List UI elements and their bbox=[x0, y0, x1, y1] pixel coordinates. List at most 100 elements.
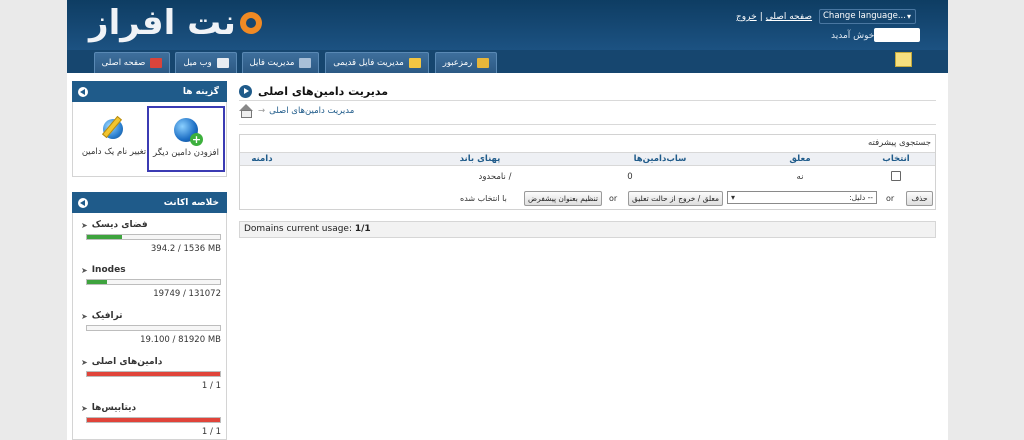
databases-usage-bar bbox=[86, 417, 221, 423]
domains-usage-bar bbox=[86, 371, 221, 377]
tab-old-file-manager[interactable]: مدیریت فایل قدیمی bbox=[325, 52, 429, 73]
table-header: انتخاب معلق ساب‌دامین‌ها پهنای باند دامن… bbox=[240, 152, 935, 166]
tab-file-manager[interactable]: مدیریت فایل bbox=[242, 52, 319, 73]
stat-title: فضای دیسک bbox=[91, 220, 148, 230]
table-row: نه 0 نامحدود / bbox=[240, 168, 935, 186]
table-actions: حذف or -- دلیل: ▾ معلق / خروج از حالت تع… bbox=[240, 189, 935, 209]
row-checkbox[interactable] bbox=[891, 171, 901, 181]
globe-add-icon: + bbox=[174, 118, 203, 146]
stat-title: Inodes bbox=[91, 265, 126, 275]
stat-value: 19749 / 131072 bbox=[153, 289, 221, 299]
delete-button[interactable]: حذف bbox=[906, 191, 933, 206]
col-domain[interactable]: دامنه bbox=[242, 153, 282, 167]
logo-text: نت افراز bbox=[89, 3, 237, 43]
bar-fill bbox=[87, 235, 122, 239]
add-domain-option[interactable]: + افزودن دامین دیگر bbox=[147, 106, 225, 172]
advanced-search-link[interactable]: جستجوی پیشرفته bbox=[240, 135, 935, 152]
domains-usage: Domains current usage: 1/1 bbox=[239, 221, 936, 238]
options-box-header: گزینه ها bbox=[72, 81, 227, 102]
key-icon bbox=[477, 58, 490, 68]
set-default-button[interactable]: تنظیم بعنوان پیشفرض bbox=[524, 191, 602, 206]
tab-label: مدیریت فایل قدیمی bbox=[333, 58, 404, 68]
tab-password[interactable]: رمزعبور bbox=[435, 52, 497, 73]
stat-title: ترافیک bbox=[91, 311, 123, 321]
chevron-down-icon: ▾ bbox=[731, 193, 736, 202]
chevron-left-icon: ➤ bbox=[81, 357, 88, 367]
chevron-down-icon: ▾ bbox=[906, 12, 911, 21]
selected-text: با انتخاب شده bbox=[460, 194, 507, 203]
main-nav: صفحه اصلی وب میل مدیریت فایل مدیریت فایل… bbox=[67, 50, 948, 73]
options-box-title: گزینه ها bbox=[182, 86, 219, 97]
tab-webmail[interactable]: وب میل bbox=[175, 52, 237, 73]
arrow-left-icon bbox=[78, 86, 88, 97]
bar-fill bbox=[87, 372, 220, 376]
chevron-left-icon: ➤ bbox=[81, 220, 88, 230]
stat-traffic: ➤ ترافیک 19.100 / 81920 MB bbox=[81, 311, 221, 345]
page: نت افراز خروج | صفحه اصلی Change languag… bbox=[67, 0, 948, 440]
stat-title: دیتابیس‌ها bbox=[91, 403, 137, 413]
tab-home[interactable]: صفحه اصلی bbox=[94, 52, 170, 73]
chevron-left-icon: ➤ bbox=[81, 403, 88, 413]
logo[interactable]: نت افراز bbox=[89, 4, 262, 42]
logout-link[interactable]: خروج bbox=[736, 12, 757, 22]
home-link[interactable]: صفحه اصلی bbox=[766, 12, 812, 22]
stat-main-domains: ➤ دامین‌های اصلی 1 / 1 bbox=[81, 357, 221, 391]
tab-label: وب میل bbox=[183, 58, 212, 68]
stat-value: 1 / 1 bbox=[201, 427, 221, 437]
envelope-icon[interactable] bbox=[895, 52, 912, 67]
col-suspended[interactable]: معلق bbox=[760, 153, 840, 167]
globe-edit-icon bbox=[101, 115, 127, 141]
bar-fill bbox=[87, 280, 107, 284]
inodes-usage-bar bbox=[86, 279, 221, 285]
folder-icon bbox=[408, 58, 421, 68]
disk-usage-bar bbox=[86, 234, 221, 240]
or-text: or bbox=[609, 194, 618, 203]
tab-label: رمزعبور bbox=[442, 58, 473, 68]
usage-label: Domains current usage: bbox=[244, 224, 352, 234]
title-divider bbox=[239, 100, 936, 101]
logo-mark-icon bbox=[239, 12, 262, 34]
row-bandwidth: نامحدود / bbox=[478, 172, 512, 182]
language-select-label: Change language... bbox=[823, 11, 906, 21]
stat-databases: ➤ دیتابیس‌ها 1 / 1 bbox=[81, 403, 221, 437]
or-text: or bbox=[886, 194, 895, 203]
row-domain[interactable] bbox=[242, 168, 362, 186]
breadcrumb-current[interactable]: مدیریت دامین‌های اصلی bbox=[269, 106, 354, 116]
account-box-header: خلاصه اکانت bbox=[72, 192, 227, 213]
arrow-left-icon bbox=[78, 197, 88, 208]
chevron-left-icon: ➤ bbox=[81, 265, 88, 275]
col-select[interactable]: انتخاب bbox=[870, 153, 922, 167]
home-icon[interactable] bbox=[239, 104, 254, 118]
suspend-reason-select[interactable]: -- دلیل: ▾ bbox=[727, 191, 877, 204]
breadcrumb: → مدیریت دامین‌های اصلی bbox=[239, 104, 354, 118]
arrow-right-circle-icon bbox=[239, 84, 252, 98]
header: نت افراز خروج | صفحه اصلی Change languag… bbox=[67, 0, 948, 73]
rename-domain-option[interactable]: تغییر نام یک دامین bbox=[75, 106, 153, 172]
files-icon bbox=[299, 58, 312, 68]
suspend-button[interactable]: معلق / خروج از حالت تعلیق bbox=[628, 191, 723, 206]
chevron-left-icon: ➤ bbox=[81, 311, 88, 321]
stat-disk: ➤ فضای دیسک 394.2 / 1536 MB bbox=[81, 220, 221, 254]
stat-inodes: ➤ Inodes 19749 / 131072 bbox=[81, 265, 221, 299]
username-redacted bbox=[874, 28, 920, 42]
breadcrumb-divider bbox=[239, 124, 936, 125]
top-links-separator: | bbox=[759, 12, 763, 22]
suspend-reason-value: -- دلیل: bbox=[849, 193, 873, 202]
language-select[interactable]: Change language... ▾ bbox=[819, 9, 916, 24]
stat-value: 19.100 / 81920 MB bbox=[140, 335, 221, 345]
rename-domain-label: تغییر نام یک دامین bbox=[81, 147, 147, 157]
col-subdomains[interactable]: ساب‌دامین‌ها bbox=[600, 153, 720, 167]
home-icon bbox=[150, 58, 163, 68]
welcome-text: خوش آمدید bbox=[831, 31, 875, 41]
page-title-row: مدیریت دامین‌های اصلی bbox=[239, 82, 939, 100]
breadcrumb-arrow-icon: → bbox=[258, 106, 266, 116]
add-domain-label: افزودن دامین دیگر bbox=[153, 148, 219, 158]
page-title: مدیریت دامین‌های اصلی bbox=[258, 84, 389, 98]
tab-label: مدیریت فایل bbox=[249, 58, 295, 68]
tab-label: صفحه اصلی bbox=[101, 58, 146, 68]
bar-fill bbox=[87, 418, 220, 422]
stat-value: 1 / 1 bbox=[201, 381, 221, 391]
stat-value: 394.2 / 1536 MB bbox=[150, 244, 221, 254]
stat-title: دامین‌های اصلی bbox=[91, 357, 163, 367]
col-bandwidth[interactable]: پهنای باند bbox=[410, 153, 550, 167]
